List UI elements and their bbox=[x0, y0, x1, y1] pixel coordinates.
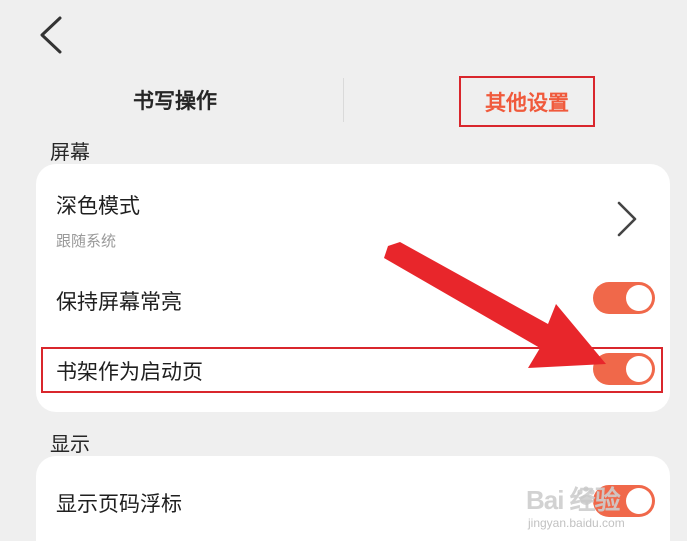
chevron-left-icon bbox=[40, 16, 62, 54]
dark-mode-subtitle: 跟随系统 bbox=[56, 232, 117, 250]
back-button[interactable] bbox=[34, 12, 74, 58]
tab-divider bbox=[343, 78, 344, 122]
bookshelf-startup-toggle[interactable] bbox=[593, 353, 655, 385]
section-label-screen: 屏幕 bbox=[50, 140, 90, 164]
keep-screen-on-toggle[interactable] bbox=[593, 282, 655, 314]
settings-screen: 书写操作 其他设置 屏幕 深色模式 跟随系统 保持屏幕常亮 书架作为启动页 显示 bbox=[0, 0, 687, 541]
tab-other-settings[interactable]: 其他设置 bbox=[459, 76, 595, 127]
screen-settings-card: 深色模式 跟随系统 保持屏幕常亮 书架作为启动页 bbox=[36, 164, 670, 412]
section-label-display: 显示 bbox=[50, 432, 90, 456]
display-settings-card: 显示页码浮标 bbox=[36, 456, 670, 541]
toggle-knob bbox=[626, 356, 652, 382]
chevron-right-icon[interactable] bbox=[614, 200, 640, 238]
dark-mode-title: 深色模式 bbox=[56, 194, 140, 218]
tab-bar: 书写操作 其他设置 bbox=[0, 72, 687, 130]
bookshelf-startup-title: 书架作为启动页 bbox=[56, 360, 203, 384]
toggle-knob bbox=[626, 285, 652, 311]
tab-writing-operations[interactable]: 书写操作 bbox=[110, 72, 240, 130]
page-number-float-toggle[interactable] bbox=[593, 485, 655, 517]
page-number-float-title: 显示页码浮标 bbox=[56, 492, 182, 516]
toggle-knob bbox=[626, 488, 652, 514]
keep-screen-on-title: 保持屏幕常亮 bbox=[56, 290, 182, 314]
